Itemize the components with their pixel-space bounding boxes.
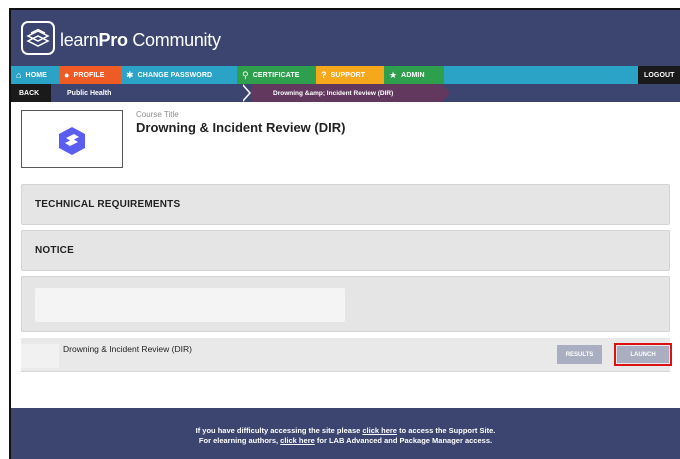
footer-line1-post: to access the Support Site.: [396, 426, 496, 435]
results-button[interactable]: RESULTS: [557, 345, 602, 364]
home-icon: ⌂: [16, 69, 22, 80]
breadcrumb-current-label: Drowning &amp; Incident Review (DIR): [273, 89, 394, 97]
launch-button[interactable]: LAUNCH: [617, 346, 669, 363]
nav-certificate[interactable]: ⚲ CERTIFICATE: [237, 66, 316, 84]
footer-authors-line: For elearning authors, click here for LA…: [11, 436, 680, 445]
breadcrumb: BACK Public Health Drowning &amp; Incide…: [11, 84, 680, 102]
nav-admin[interactable]: ★ ADMIN: [384, 66, 444, 84]
technical-requirements-panel[interactable]: TECHNICAL REQUIREMENTS: [21, 184, 670, 225]
logo-bold: Pro: [98, 30, 128, 50]
question-icon: ?: [321, 69, 327, 80]
logo-suffix: Community: [127, 30, 221, 50]
module-row: Drowning & Incident Review (DIR) RESULTS…: [21, 338, 672, 372]
breadcrumb-current-tip: [442, 84, 450, 102]
module-thumbnail: [21, 344, 59, 368]
asterisk-icon: ✱: [126, 69, 134, 80]
notice-panel[interactable]: NOTICE: [21, 230, 670, 271]
nav-support[interactable]: ? SUPPORT: [316, 66, 384, 84]
app-frame: learnPro Community ⌂ HOME ● PROFILE ✱ CH…: [9, 8, 680, 459]
support-site-link[interactable]: click here: [362, 426, 397, 435]
footer-support-line: If you have difficulty accessing the sit…: [11, 426, 680, 435]
nav-home[interactable]: ⌂ HOME: [11, 66, 59, 84]
logo-prefix: learn: [60, 30, 99, 50]
breadcrumb-current: Drowning &amp; Incident Review (DIR): [251, 84, 442, 102]
breadcrumb-separator-inner: [241, 84, 249, 102]
nav-profile[interactable]: ● PROFILE: [59, 66, 121, 84]
breadcrumb-parent-label: Public Health: [67, 89, 112, 97]
breadcrumb-public-health[interactable]: Public Health: [51, 84, 247, 102]
star-icon: ★: [389, 69, 398, 80]
site-header: learnPro Community: [11, 10, 680, 66]
course-title-label: Course Title: [136, 110, 179, 119]
course-logo-icon: [59, 127, 85, 155]
award-icon: ⚲: [242, 69, 249, 80]
logo-wordmark[interactable]: learnPro Community: [60, 30, 221, 51]
learnpro-logo-icon[interactable]: [21, 21, 55, 55]
nav-admin-label: ADMIN: [401, 71, 425, 79]
footer-line2-post: for LAB Advanced and Package Manager acc…: [314, 436, 493, 445]
technical-requirements-heading: TECHNICAL REQUIREMENTS: [35, 199, 181, 210]
user-icon: ●: [64, 69, 70, 80]
nav-logout[interactable]: LOGOUT: [638, 66, 680, 84]
course-title: Drowning & Incident Review (DIR): [136, 120, 346, 135]
module-name: Drowning & Incident Review (DIR): [63, 344, 192, 354]
footer-line2-pre: For elearning authors,: [198, 436, 281, 445]
footer-line1-pre: If you have difficulty accessing the sit…: [195, 426, 363, 435]
main-nav: ⌂ HOME ● PROFILE ✱ CHANGE PASSWORD ⚲ CER…: [11, 66, 680, 84]
nav-home-label: HOME: [25, 71, 47, 79]
nav-logout-label: LOGOUT: [644, 71, 675, 79]
content-placeholder: [35, 288, 345, 322]
content-panel: [21, 276, 670, 332]
nav-change-password[interactable]: ✱ CHANGE PASSWORD: [121, 66, 237, 84]
nav-profile-label: PROFILE: [73, 71, 105, 79]
nav-change-password-label: CHANGE PASSWORD: [137, 71, 213, 79]
notice-heading: NOTICE: [35, 245, 74, 256]
nav-spacer: [444, 66, 638, 84]
course-thumbnail: [21, 110, 123, 168]
lab-advanced-link[interactable]: click here: [280, 436, 315, 445]
breadcrumb-back[interactable]: BACK: [11, 84, 51, 102]
nav-support-label: SUPPORT: [330, 71, 366, 79]
nav-certificate-label: CERTIFICATE: [252, 71, 300, 79]
breadcrumb-back-label: BACK: [19, 89, 40, 97]
site-footer: If you have difficulty accessing the sit…: [11, 408, 680, 459]
